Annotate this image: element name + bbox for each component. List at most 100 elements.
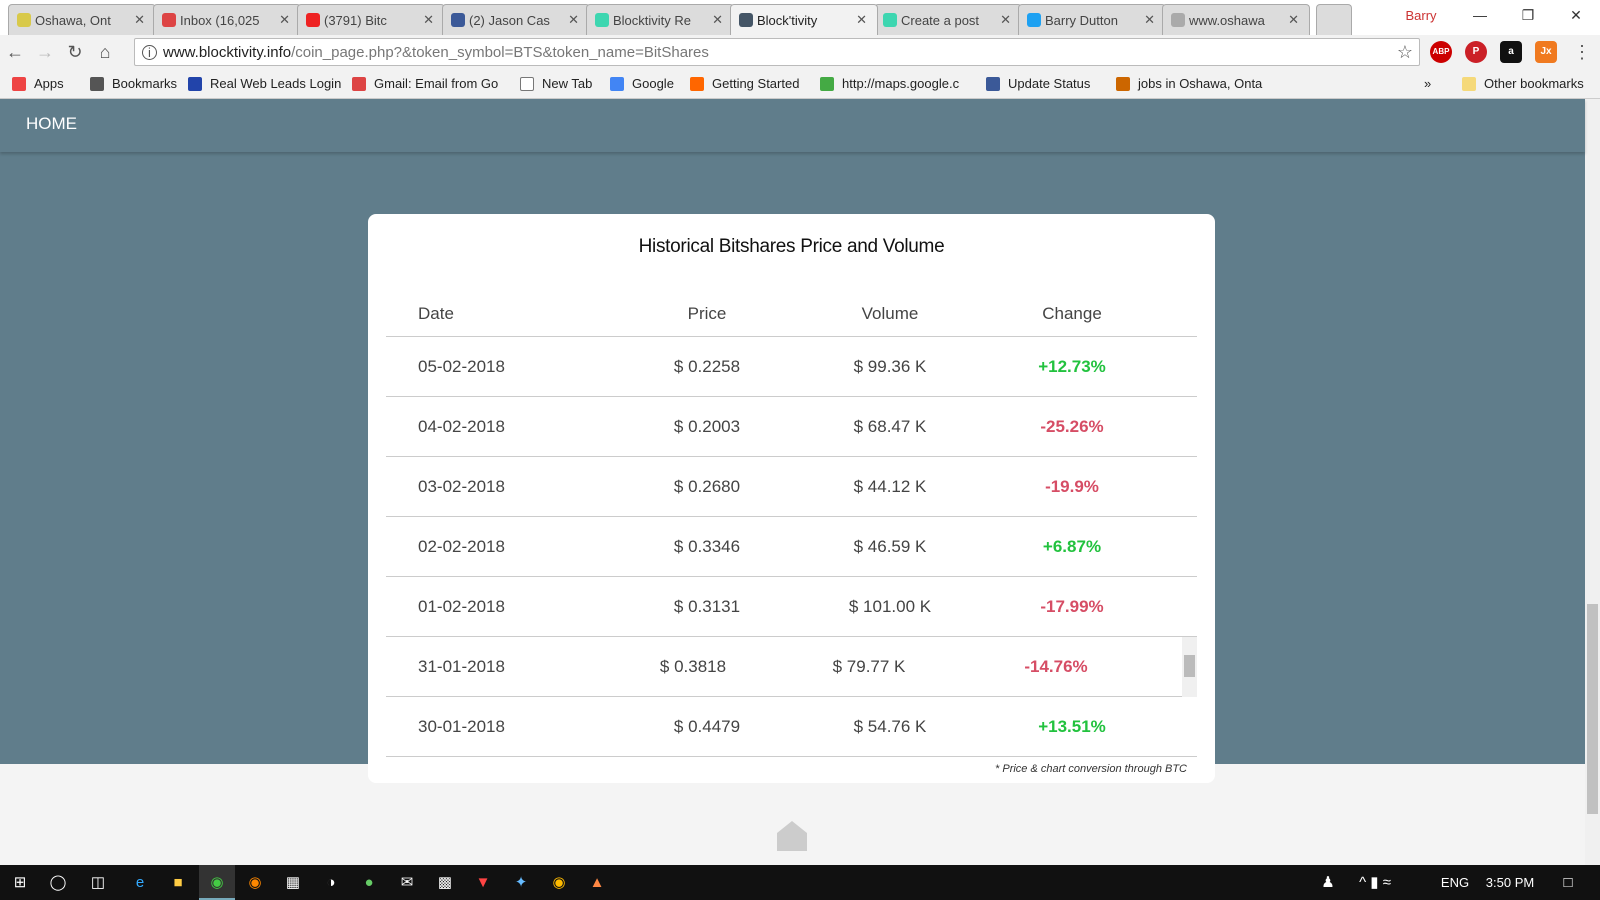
app-icon[interactable]: ▦ bbox=[275, 865, 311, 900]
row-date: 31-01-2018 bbox=[418, 656, 505, 676]
tab-title: www.oshawa bbox=[1189, 12, 1265, 28]
amazon-icon[interactable]: a bbox=[1500, 41, 1522, 63]
chrome-canary-icon[interactable]: ◉ bbox=[541, 865, 577, 900]
back-icon[interactable]: ← bbox=[0, 42, 30, 63]
restore-button[interactable]: ❐ bbox=[1504, 7, 1552, 24]
app-icon[interactable]: ◑ bbox=[313, 865, 349, 900]
bookmark-icon bbox=[188, 76, 202, 91]
browser-tab[interactable]: www.oshawa ✕ bbox=[1162, 4, 1310, 35]
table-title: Historical Bitshares Price and Volume bbox=[638, 236, 945, 257]
app-icon[interactable]: ▲ bbox=[579, 865, 615, 900]
tab-favicon-icon bbox=[17, 13, 31, 27]
tab-title: Barry Dutton bbox=[1045, 12, 1118, 28]
tab-close-icon[interactable]: ✕ bbox=[423, 12, 434, 28]
calculator-icon[interactable]: ▩ bbox=[427, 865, 463, 900]
bookmark-item[interactable]: Bookmarks bbox=[90, 76, 177, 91]
tab-close-icon[interactable]: ✕ bbox=[134, 12, 145, 28]
bookmark-item[interactable]: Getting Started bbox=[690, 76, 799, 91]
task-view-icon[interactable]: ◫ bbox=[80, 865, 116, 900]
tab-close-icon[interactable]: ✕ bbox=[1000, 12, 1011, 28]
tab-close-icon[interactable]: ✕ bbox=[712, 12, 723, 28]
tab-close-icon[interactable]: ✕ bbox=[568, 12, 579, 28]
adblock-icon[interactable]: ABP bbox=[1430, 41, 1452, 63]
tray-icons[interactable]: ^ ▮ ≈ bbox=[1345, 865, 1405, 900]
app-icon[interactable]: ● bbox=[351, 865, 387, 900]
bookmark-label: Gmail: Email from Go bbox=[374, 76, 499, 91]
browser-tab[interactable]: Inbox (16,025 ✕ bbox=[153, 4, 301, 35]
app-icon[interactable]: ✦ bbox=[503, 865, 539, 900]
browser-tab[interactable]: (3791) Bitc ✕ bbox=[297, 4, 445, 35]
row-scrollbar[interactable] bbox=[1182, 637, 1197, 697]
firefox-icon[interactable]: ◉ bbox=[237, 865, 273, 900]
bookmark-item[interactable]: http://maps.google.c bbox=[820, 76, 959, 91]
tab-close-icon[interactable]: ✕ bbox=[1288, 12, 1299, 28]
page-scrollbar[interactable] bbox=[1585, 99, 1600, 865]
edge-icon[interactable]: e bbox=[122, 865, 158, 900]
row-date: 03-02-2018 bbox=[418, 476, 505, 496]
minimize-button[interactable]: — bbox=[1456, 7, 1504, 23]
bookmark-star-icon[interactable]: ☆ bbox=[1397, 42, 1413, 63]
language-indicator[interactable]: ENG bbox=[1435, 865, 1475, 900]
chrome-icon[interactable]: ◉ bbox=[199, 865, 235, 900]
other-bookmarks[interactable]: Other bookmarks bbox=[1462, 76, 1584, 91]
row-date: 01-02-2018 bbox=[418, 596, 505, 616]
bookmark-label: Bookmarks bbox=[112, 76, 178, 91]
bookmark-icon bbox=[986, 76, 1000, 91]
jx-icon[interactable]: Jx bbox=[1535, 41, 1557, 63]
tab-close-icon[interactable]: ✕ bbox=[1144, 12, 1155, 28]
bookmark-item[interactable]: Update Status bbox=[986, 76, 1090, 91]
browser-tab[interactable]: Blocktivity Re ✕ bbox=[586, 4, 734, 35]
home-link[interactable]: HOME bbox=[26, 114, 77, 134]
bookmark-label: Real Web Leads Login bbox=[210, 76, 342, 91]
tab-title: Blocktivity Re bbox=[613, 12, 692, 28]
url-path: /coin_page.php?&token_symbol=BTS&token_n… bbox=[291, 43, 709, 61]
cortana-icon[interactable]: ◯ bbox=[40, 865, 76, 900]
bookmark-item[interactable]: Gmail: Email from Go bbox=[352, 76, 498, 91]
explorer-icon[interactable]: ■ bbox=[160, 865, 196, 900]
notifications-icon[interactable]: □ bbox=[1550, 865, 1586, 900]
tab-favicon-icon bbox=[1027, 13, 1041, 27]
header-date: Date bbox=[418, 304, 454, 323]
close-window-button[interactable]: ✕ bbox=[1552, 7, 1600, 24]
browser-tab[interactable]: Block'tivity ✕ bbox=[730, 4, 878, 35]
pinterest-icon[interactable]: P bbox=[1465, 41, 1487, 63]
new-tab-button[interactable] bbox=[1316, 4, 1352, 35]
table-row: 31-01-2018 $ 0.3818 $ 79.77 K -14.76% bbox=[386, 637, 1197, 697]
browser-tab[interactable]: (2) Jason Cas ✕ bbox=[442, 4, 590, 35]
home-icon[interactable]: ⌂ bbox=[90, 42, 120, 63]
bookmark-item[interactable]: Apps bbox=[12, 76, 64, 91]
url-input[interactable]: i www.blocktivity.info/coin_page.php?&to… bbox=[134, 38, 1420, 66]
content-band: Historical Bitshares Price and Volume Da… bbox=[0, 152, 1585, 783]
bookmark-item[interactable]: jobs in Oshawa, Onta bbox=[1116, 76, 1262, 91]
browser-tab[interactable]: Barry Dutton ✕ bbox=[1018, 4, 1166, 35]
profile-button[interactable]: Barry bbox=[1386, 8, 1456, 23]
browser-tab[interactable]: Create a post ✕ bbox=[874, 4, 1022, 35]
reload-icon[interactable]: ↻ bbox=[60, 42, 90, 63]
tab-title: (2) Jason Cas bbox=[469, 12, 550, 28]
window-controls: Barry — ❐ ✕ bbox=[1386, 0, 1600, 30]
tab-close-icon[interactable]: ✕ bbox=[856, 12, 867, 28]
bookmark-item[interactable]: Google bbox=[610, 76, 674, 91]
start-icon[interactable]: ⊞ bbox=[2, 865, 38, 900]
info-icon[interactable]: i bbox=[142, 44, 157, 60]
tab-favicon-icon bbox=[883, 13, 897, 27]
bookmark-label: Update Status bbox=[1008, 76, 1091, 91]
bookmark-icon bbox=[820, 76, 834, 91]
menu-icon[interactable]: ⋮ bbox=[1567, 42, 1597, 63]
brave-icon[interactable]: ▼ bbox=[465, 865, 501, 900]
tab-close-icon[interactable]: ✕ bbox=[279, 12, 290, 28]
top-nav: HOME bbox=[0, 99, 1585, 152]
row-date: 30-01-2018 bbox=[418, 716, 505, 736]
tab-favicon-icon bbox=[739, 13, 753, 27]
browser-tab[interactable]: Oshawa, Ont ✕ bbox=[8, 4, 156, 35]
people-icon[interactable]: ♟ bbox=[1310, 865, 1346, 900]
more-bookmarks-chevron-icon[interactable]: » bbox=[1424, 76, 1431, 91]
tab-title: Inbox (16,025 bbox=[180, 12, 260, 28]
forward-icon[interactable]: → bbox=[30, 42, 60, 63]
mail-icon[interactable]: ✉ bbox=[389, 865, 425, 900]
clock[interactable]: 3:50 PM bbox=[1478, 865, 1542, 900]
bookmark-item[interactable]: New Tab bbox=[520, 76, 592, 91]
other-bookmarks-label: Other bookmarks bbox=[1484, 76, 1584, 91]
tab-title: Block'tivity bbox=[757, 12, 818, 28]
bookmark-item[interactable]: Real Web Leads Login bbox=[188, 76, 341, 91]
